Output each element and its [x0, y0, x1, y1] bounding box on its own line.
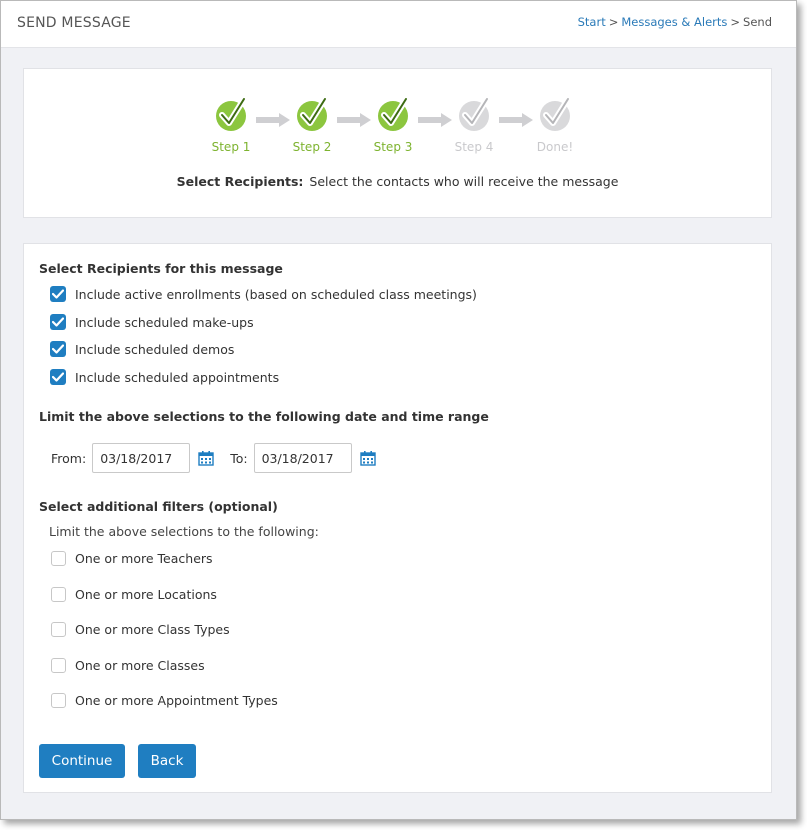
to-label: To:	[230, 450, 248, 466]
wizard-step-4: Step 4	[444, 96, 504, 154]
check-circle-icon	[459, 96, 490, 131]
step-description: Select Recipients: Select the contacts wh…	[24, 174, 771, 189]
recipient-option-appointments[interactable]: Include scheduled appointments	[50, 368, 279, 386]
breadcrumb-separator: >	[608, 15, 619, 29]
recipient-option-demos[interactable]: Include scheduled demos	[50, 340, 234, 358]
checkbox-label: One or more Classes	[75, 657, 205, 673]
checkbox-checked[interactable]	[50, 314, 66, 330]
breadcrumb-start[interactable]: Start	[578, 15, 606, 29]
recipients-section-title: Select Recipients for this message	[39, 261, 283, 276]
wizard-step-label: Step 2	[292, 140, 332, 154]
recipient-option-makeups[interactable]: Include scheduled make-ups	[50, 313, 254, 331]
recipient-option-enrollments[interactable]: Include active enrollments (based on sch…	[50, 285, 477, 303]
calendar-icon[interactable]	[359, 450, 376, 466]
to-date-input[interactable]	[253, 443, 352, 473]
filter-option-class-types[interactable]: One or more Class Types	[51, 620, 230, 638]
checkbox-checked[interactable]	[50, 341, 66, 357]
wizard-step-label: Step 1	[211, 140, 251, 154]
checkbox-unchecked[interactable]	[51, 621, 66, 637]
step-description-text: Select the contacts who will receive the…	[309, 174, 619, 189]
checkbox-unchecked[interactable]	[51, 586, 66, 602]
checkbox-label: Include scheduled make-ups	[75, 314, 254, 330]
checkbox-unchecked[interactable]	[51, 550, 66, 566]
from-date-input[interactable]	[92, 443, 191, 473]
wizard-steps: Step 1 Step 2 Step 3 Step 4 Done!	[24, 96, 771, 161]
checkbox-label: One or more Locations	[75, 586, 217, 602]
filter-option-appointment-types[interactable]: One or more Appointment Types	[51, 691, 278, 709]
checkbox-label: One or more Appointment Types	[75, 692, 278, 708]
checkbox-label: Include scheduled demos	[75, 341, 235, 357]
checkbox-label: Include active enrollments (based on sch…	[75, 286, 477, 302]
checkbox-checked[interactable]	[50, 369, 66, 385]
wizard-step-3: Step 3	[363, 96, 423, 154]
checkbox-unchecked[interactable]	[51, 657, 66, 673]
breadcrumb-messages-alerts[interactable]: Messages & Alerts	[621, 15, 727, 29]
breadcrumb-current: Send	[743, 15, 772, 29]
continue-button[interactable]: Continue	[39, 744, 125, 778]
filters-subtitle: Limit the above selections to the follow…	[49, 524, 319, 539]
page-title: SEND MESSAGE	[17, 15, 131, 31]
checkbox-checked[interactable]	[50, 286, 66, 302]
from-label: From:	[51, 450, 87, 466]
wizard-step-label: Done!	[536, 140, 574, 154]
wizard-steps-panel: Step 1 Step 2 Step 3 Step 4 Done! Select…	[23, 68, 772, 218]
check-circle-icon	[540, 96, 571, 131]
send-message-window: SEND MESSAGE Start > Messages & Alerts > Sen…	[0, 0, 797, 820]
checkbox-unchecked[interactable]	[51, 692, 66, 708]
date-range-row: From: To:	[51, 443, 392, 473]
check-circle-icon	[378, 96, 409, 131]
wizard-step-label: Step 3	[373, 140, 413, 154]
step-description-label: Select Recipients:	[176, 174, 304, 189]
checkbox-label: One or more Class Types	[75, 621, 230, 637]
calendar-icon[interactable]	[198, 450, 214, 466]
filter-option-teachers[interactable]: One or more Teachers	[51, 549, 213, 567]
checkbox-label: One or more Teachers	[75, 550, 213, 566]
check-circle-icon	[297, 96, 328, 131]
date-range-section-title: Limit the above selections to the follow…	[39, 409, 489, 424]
check-circle-icon	[216, 96, 247, 131]
checkbox-label: Include scheduled appointments	[75, 369, 280, 385]
filter-option-locations[interactable]: One or more Locations	[51, 585, 217, 603]
page-header: SEND MESSAGE Start > Messages & Alerts > Sen…	[1, 1, 796, 48]
wizard-step-1: Step 1	[201, 96, 261, 154]
wizard-step-done: Done!	[525, 96, 585, 154]
back-button[interactable]: Back	[138, 744, 196, 778]
wizard-step-label: Step 4	[454, 140, 494, 154]
wizard-step-2: Step 2	[282, 96, 342, 154]
breadcrumb-separator: >	[730, 15, 741, 29]
breadcrumb: Start > Messages & Alerts > Send	[578, 15, 772, 29]
recipients-form-panel: Select Recipients for this message Inclu…	[23, 243, 772, 793]
filter-option-classes[interactable]: One or more Classes	[51, 656, 205, 674]
filters-section-title: Select additional filters (optional)	[39, 499, 278, 514]
